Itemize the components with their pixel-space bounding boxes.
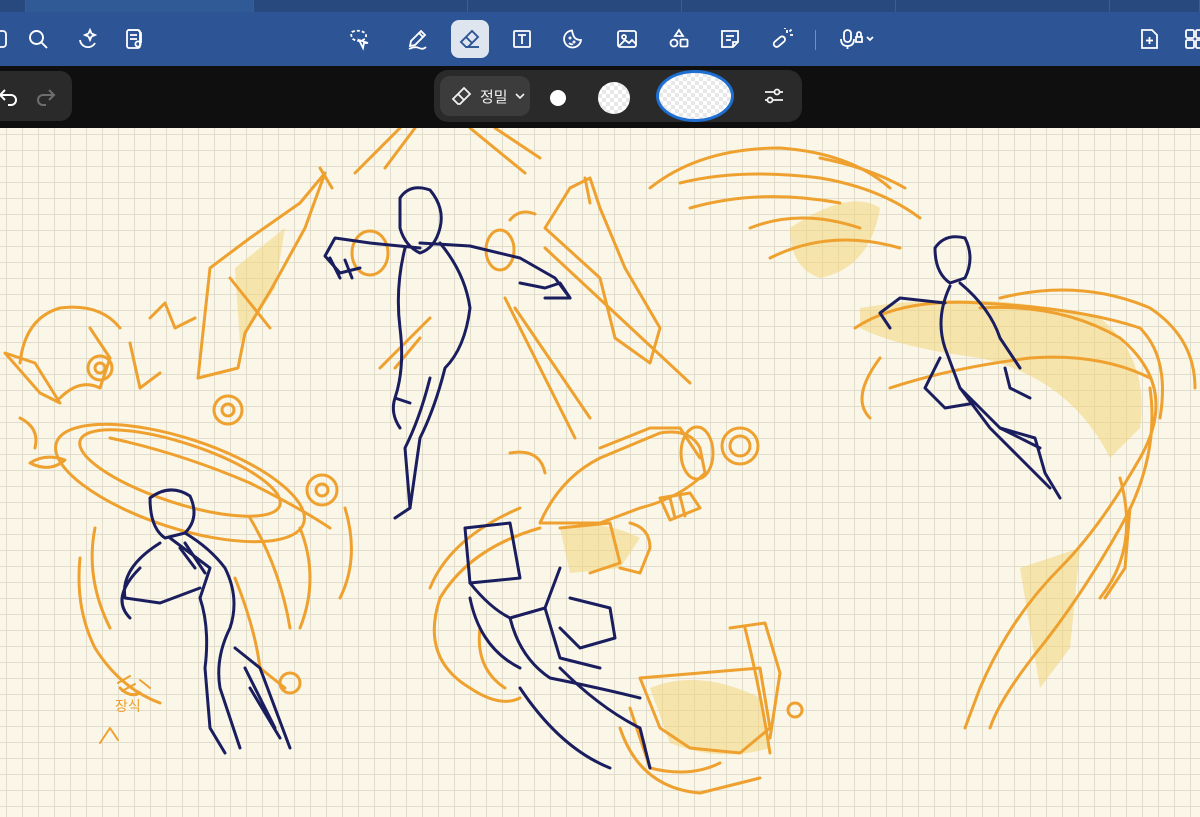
pen-tool-button[interactable] bbox=[398, 20, 436, 58]
record-audio-button[interactable] bbox=[830, 20, 886, 58]
signature-text: 장식 bbox=[115, 699, 141, 715]
tab-strip bbox=[0, 0, 1200, 12]
drawing-canvas[interactable]: 장식 bbox=[0, 128, 1200, 817]
sketch-drawing: 장식 bbox=[3, 128, 1197, 795]
image-icon bbox=[617, 30, 637, 48]
search-icon bbox=[29, 30, 48, 49]
search-button[interactable] bbox=[19, 20, 57, 58]
chevron-down-icon bbox=[515, 93, 525, 100]
main-toolbar bbox=[0, 12, 1200, 66]
document-settings-icon bbox=[126, 29, 142, 49]
eraser-icon bbox=[459, 29, 480, 48]
tab-item[interactable] bbox=[0, 0, 26, 12]
tab-item[interactable] bbox=[254, 0, 468, 12]
eraser-mode-dropdown[interactable]: 정밀 bbox=[440, 76, 530, 116]
text-box-icon bbox=[513, 30, 531, 48]
add-page-icon bbox=[1141, 29, 1158, 49]
more-icon bbox=[1185, 29, 1200, 49]
sidebar-button[interactable] bbox=[0, 20, 16, 58]
eraser-mode-label: 정밀 bbox=[480, 87, 508, 106]
redo-icon[interactable] bbox=[34, 84, 58, 108]
shapes-icon bbox=[669, 28, 689, 48]
laser-pointer-button[interactable] bbox=[763, 20, 801, 58]
eraser-size-medium[interactable] bbox=[598, 82, 630, 114]
tab-item[interactable] bbox=[682, 0, 896, 12]
shapes-tool-button[interactable] bbox=[660, 20, 698, 58]
add-page-button[interactable] bbox=[1130, 20, 1168, 58]
pen-icon bbox=[408, 29, 427, 50]
laser-pointer-icon bbox=[772, 28, 793, 48]
sidebar-icon bbox=[0, 30, 7, 48]
text-tool-button[interactable] bbox=[503, 20, 541, 58]
note-icon bbox=[721, 30, 739, 48]
image-tool-button[interactable] bbox=[608, 20, 646, 58]
eraser-tool-button[interactable] bbox=[451, 20, 489, 58]
undo-redo-group bbox=[0, 71, 72, 121]
record-audio-icon bbox=[840, 29, 874, 49]
tab-item-active[interactable] bbox=[26, 0, 254, 12]
tool-options-bar: 정밀 bbox=[0, 66, 1200, 128]
eraser-icon bbox=[451, 86, 472, 105]
orange-strokes bbox=[3, 128, 1197, 795]
undo-icon[interactable] bbox=[0, 84, 20, 108]
tab-item[interactable] bbox=[468, 0, 682, 12]
document-settings-button[interactable] bbox=[115, 20, 153, 58]
lasso-icon bbox=[350, 29, 369, 51]
highlight-strokes bbox=[235, 201, 1142, 755]
sticker-tool-button[interactable] bbox=[554, 20, 592, 58]
eraser-size-small[interactable] bbox=[550, 90, 566, 106]
lasso-tool-button[interactable] bbox=[340, 20, 378, 58]
eraser-options: 정밀 bbox=[434, 70, 802, 122]
tool-settings-icon[interactable] bbox=[762, 84, 786, 108]
eraser-size-large[interactable] bbox=[656, 70, 734, 122]
ai-button[interactable] bbox=[69, 20, 107, 58]
sticker-icon bbox=[563, 29, 583, 49]
toolbar-divider bbox=[815, 30, 816, 50]
ai-sparkle-icon bbox=[79, 27, 98, 49]
note-tool-button[interactable] bbox=[711, 20, 749, 58]
tab-item[interactable] bbox=[896, 0, 1110, 12]
tab-item[interactable] bbox=[1110, 0, 1200, 12]
more-button[interactable] bbox=[1176, 20, 1200, 58]
